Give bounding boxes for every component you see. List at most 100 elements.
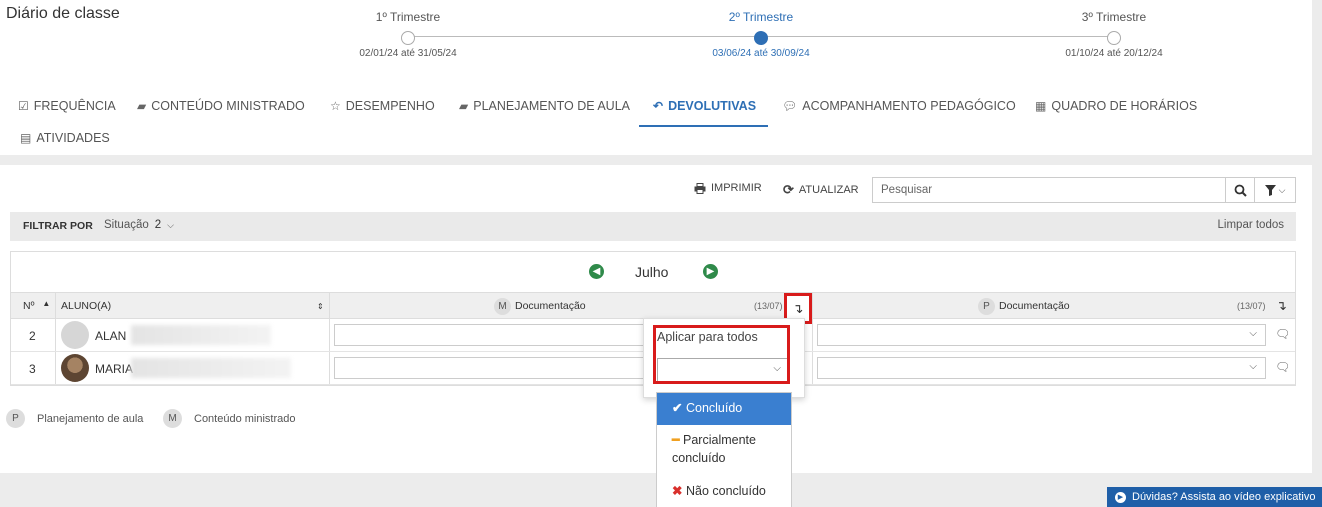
tab-acompanhamento[interactable]: 💬︎ ACOMPANHAMENTO PEDAGÓGICO: [782, 99, 1016, 113]
header-col2: P Documentação: [978, 293, 1070, 319]
term-name: 3º Trimestre: [1081, 10, 1147, 24]
option-label: Concluído: [685, 401, 743, 415]
comment-icon: 💬︎: [782, 99, 798, 113]
legend-badge: P: [6, 409, 25, 428]
play-icon: ▶: [1115, 491, 1126, 503]
header-col1: M Documentação: [494, 293, 586, 319]
comment-icon[interactable]: 🗨︎: [1275, 360, 1290, 374]
content-badge: M: [494, 297, 511, 315]
tab-atividades[interactable]: ▤ ATIVIDADES: [20, 131, 110, 145]
tab-planejamento[interactable]: ▰ PLANEJAMENTO DE AULA: [459, 99, 630, 113]
tab-quadro-horarios[interactable]: ▦ QUADRO DE HORÁRIOS: [1035, 99, 1197, 113]
apply-all-popup: Aplicar para todos ⌵: [643, 318, 805, 398]
option-nao-concluido[interactable]: ✖ Não concluído: [657, 482, 791, 500]
search-button[interactable]: [1225, 177, 1255, 203]
tab-conteudo-ministrado[interactable]: ▰ CONTEÚDO MINISTRADO: [137, 99, 305, 113]
row-number: 2: [29, 329, 36, 343]
term-dot[interactable]: [1107, 31, 1121, 45]
term-2[interactable]: 2º Trimestre 03/06/24 até 30/09/24: [686, 10, 836, 59]
comment-icon[interactable]: 🗨︎: [1275, 327, 1290, 341]
status-options-list: ✔ Concluído ━ Parcialmente concluído ✖ N…: [656, 392, 792, 507]
tab-devolutivas[interactable]: ↶ DEVOLUTIVAS: [653, 99, 756, 113]
chevron-down-icon: ⌵: [167, 219, 174, 230]
col1-date: (13/07): [754, 301, 783, 311]
term-3[interactable]: 3º Trimestre 01/10/24 até 20/12/24: [1039, 10, 1189, 59]
term-name: 1º Trimestre: [375, 10, 441, 24]
option-concluido[interactable]: ✔ Concluído: [657, 393, 791, 425]
filter-toggle-button[interactable]: ⌵: [1254, 177, 1296, 203]
tab-desempenho[interactable]: ☆ DESEMPENHO: [330, 99, 435, 113]
tab-label: CONTEÚDO MINISTRADO: [151, 99, 305, 113]
col1-label: Documentação: [515, 300, 586, 312]
sort-icon[interactable]: ⇕: [317, 293, 324, 319]
planning-badge: P: [978, 297, 995, 315]
col2-date: (13/07): [1237, 301, 1266, 311]
print-icon: [694, 182, 706, 194]
status-select[interactable]: [334, 324, 644, 346]
apply-all-title: Aplicar para todos: [657, 330, 758, 344]
sort-up-icon: ▲: [42, 298, 51, 308]
col2-label: Documentação: [999, 300, 1070, 312]
row-number: 3: [29, 362, 36, 376]
apply-all-select[interactable]: ⌵: [657, 358, 790, 382]
legend-badge: M: [163, 409, 182, 428]
header-number-label: Nº: [23, 300, 35, 312]
minus-icon: ━: [672, 433, 680, 447]
tab-label: DEVOLUTIVAS: [668, 99, 757, 113]
apply-all-col2-button[interactable]: ↴: [1276, 293, 1287, 319]
header-number[interactable]: Nº ▲: [23, 293, 50, 319]
clear-filters-link[interactable]: Limpar todos: [1218, 219, 1284, 231]
term-range: 03/06/24 até 30/09/24: [712, 48, 810, 59]
legend-item: M Conteúdo ministrado: [163, 409, 296, 428]
tab-label: QUADRO DE HORÁRIOS: [1051, 99, 1198, 113]
status-select[interactable]: [334, 357, 644, 379]
header-student-label: ALUNO(A): [61, 300, 112, 312]
help-label: Dúvidas? Assista ao vídeo explicativo: [1132, 491, 1316, 503]
option-label: Parcialmente concluído: [672, 433, 756, 465]
refresh-label: ATUALIZAR: [798, 184, 859, 196]
term-range: 02/01/24 até 31/05/24: [359, 48, 457, 59]
legend-item: P Planejamento de aula: [6, 409, 143, 428]
check-icon: ✔: [672, 401, 683, 415]
previous-month-button[interactable]: ◀: [589, 264, 604, 279]
arrow-left-icon: ◀: [592, 266, 601, 277]
funnel-icon: [1264, 184, 1276, 196]
chevron-down-icon: ⌵: [1249, 328, 1257, 339]
situation-count: 2: [154, 219, 162, 231]
option-parcialmente-concluido[interactable]: ━ Parcialmente concluído: [657, 431, 791, 467]
term-name: 2º Trimestre: [728, 10, 794, 24]
arrow-right-icon: ▶: [706, 266, 715, 277]
reply-icon: ↶: [653, 99, 664, 113]
tab-frequencia[interactable]: ☑ FREQUÊNCIA: [18, 99, 116, 113]
term-range: 01/10/24 até 20/12/24: [1065, 48, 1163, 59]
legend-label: Planejamento de aula: [37, 412, 144, 425]
tab-label: PLANEJAMENTO DE AULA: [473, 99, 630, 113]
tab-label: FREQUÊNCIA: [33, 99, 116, 113]
avatar: [61, 321, 89, 349]
check-square-icon: ☑: [18, 99, 29, 113]
term-dot[interactable]: [401, 31, 415, 45]
month-navigation: ◀ Julho ▶: [11, 252, 1295, 292]
situation-filter[interactable]: Situação 2 ⌵: [104, 219, 174, 231]
filter-bar: FILTRAR POR Situação 2 ⌵ Limpar todos: [10, 212, 1296, 241]
tab-label: ATIVIDADES: [36, 131, 110, 145]
print-button[interactable]: IMPRIMIR: [694, 182, 762, 194]
student-name: MARIA: [95, 362, 134, 376]
header-student[interactable]: ALUNO(A): [61, 293, 111, 319]
search-input[interactable]: [872, 177, 1226, 203]
refresh-button[interactable]: ⟳ ATUALIZAR: [783, 182, 859, 198]
next-month-button[interactable]: ▶: [703, 264, 718, 279]
status-select[interactable]: ⌵: [817, 357, 1266, 379]
chevron-down-icon: ⌵: [1278, 184, 1286, 195]
arrow-down-icon: ↴: [792, 300, 804, 316]
x-icon: ✖: [672, 484, 683, 498]
help-video-button[interactable]: ▶ Dúvidas? Assista ao vídeo explicativo: [1107, 487, 1322, 507]
option-label: Não concluído: [685, 484, 766, 498]
status-select[interactable]: ⌵: [817, 324, 1266, 346]
legend-label: Conteúdo ministrado: [194, 412, 296, 425]
term-1[interactable]: 1º Trimestre 02/01/24 até 31/05/24: [333, 10, 483, 59]
tab-label: ACOMPANHAMENTO PEDAGÓGICO: [802, 99, 1016, 113]
star-icon: ☆: [330, 99, 341, 113]
month-label: Julho: [635, 264, 669, 280]
term-dot[interactable]: [754, 31, 768, 45]
